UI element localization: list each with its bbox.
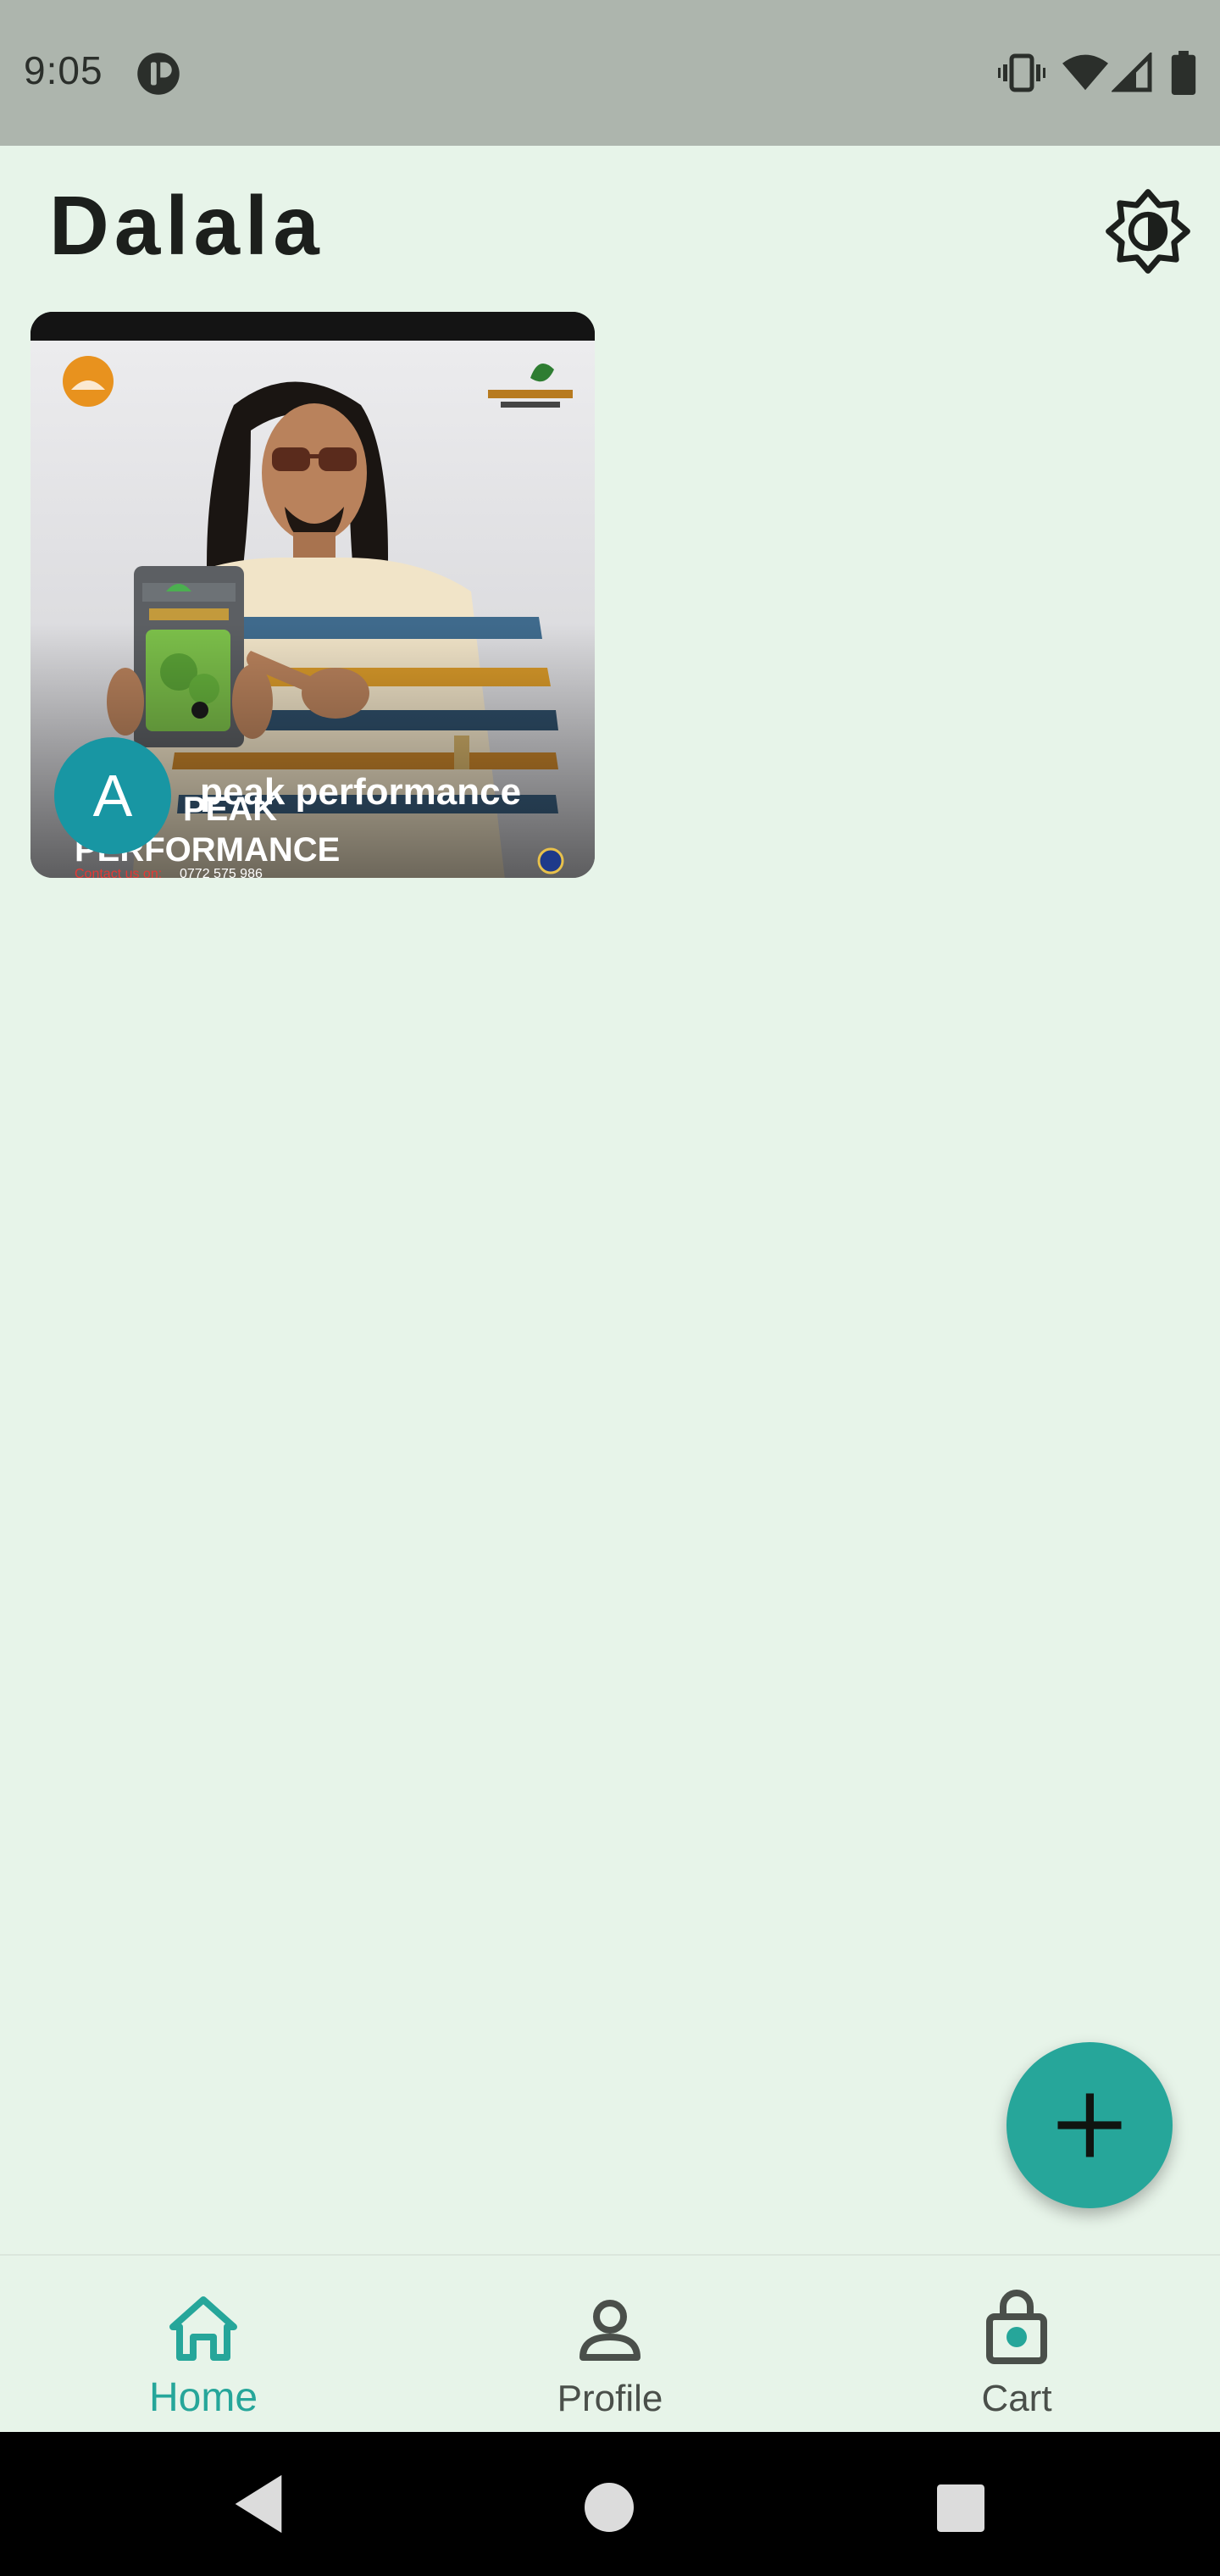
app-screen: 9:05 Dalala PERFORMANCE PEAK Contact us … (0, 0, 1220, 2576)
page-title: Dalala (49, 179, 324, 272)
svg-text:Contact us on:: Contact us on: (75, 867, 162, 878)
nav-item-cart[interactable]: Cart (813, 2256, 1220, 2434)
add-product-button[interactable] (1006, 2042, 1173, 2208)
bottom-navigation: Home Profile Cart (0, 2254, 1220, 2432)
svg-text:0772 575 986: 0772 575 986 (180, 867, 263, 878)
shopping-bag-icon (986, 2290, 1047, 2364)
nav-item-home[interactable]: Home (0, 2256, 407, 2434)
nav-label-home: Home (148, 2375, 258, 2420)
person-icon (580, 2300, 640, 2361)
vibrate-icon (998, 53, 1045, 92)
home-button-icon[interactable] (585, 2483, 634, 2532)
status-bar: 9:05 (0, 0, 1220, 146)
product-card[interactable]: PERFORMANCE PEAK Contact us on: 0772 575… (30, 312, 595, 878)
app-notification-icon (137, 53, 180, 95)
theme-toggle-button[interactable] (1103, 186, 1193, 276)
home-icon (169, 2296, 237, 2361)
product-title: peak performance (200, 771, 522, 813)
battery-icon (1171, 51, 1196, 95)
cell-signal-icon (1112, 53, 1152, 92)
plus-icon (1057, 2093, 1122, 2157)
brightness-icon (1106, 189, 1190, 274)
nav-label-cart: Cart (981, 2378, 1052, 2419)
seller-avatar[interactable]: A (54, 737, 171, 854)
status-time: 9:05 (24, 48, 103, 92)
nav-item-profile[interactable]: Profile (407, 2256, 813, 2434)
back-icon[interactable] (229, 2469, 288, 2539)
nav-label-profile: Profile (557, 2378, 663, 2419)
recents-icon[interactable] (937, 2484, 984, 2532)
wifi-icon (1062, 54, 1108, 91)
